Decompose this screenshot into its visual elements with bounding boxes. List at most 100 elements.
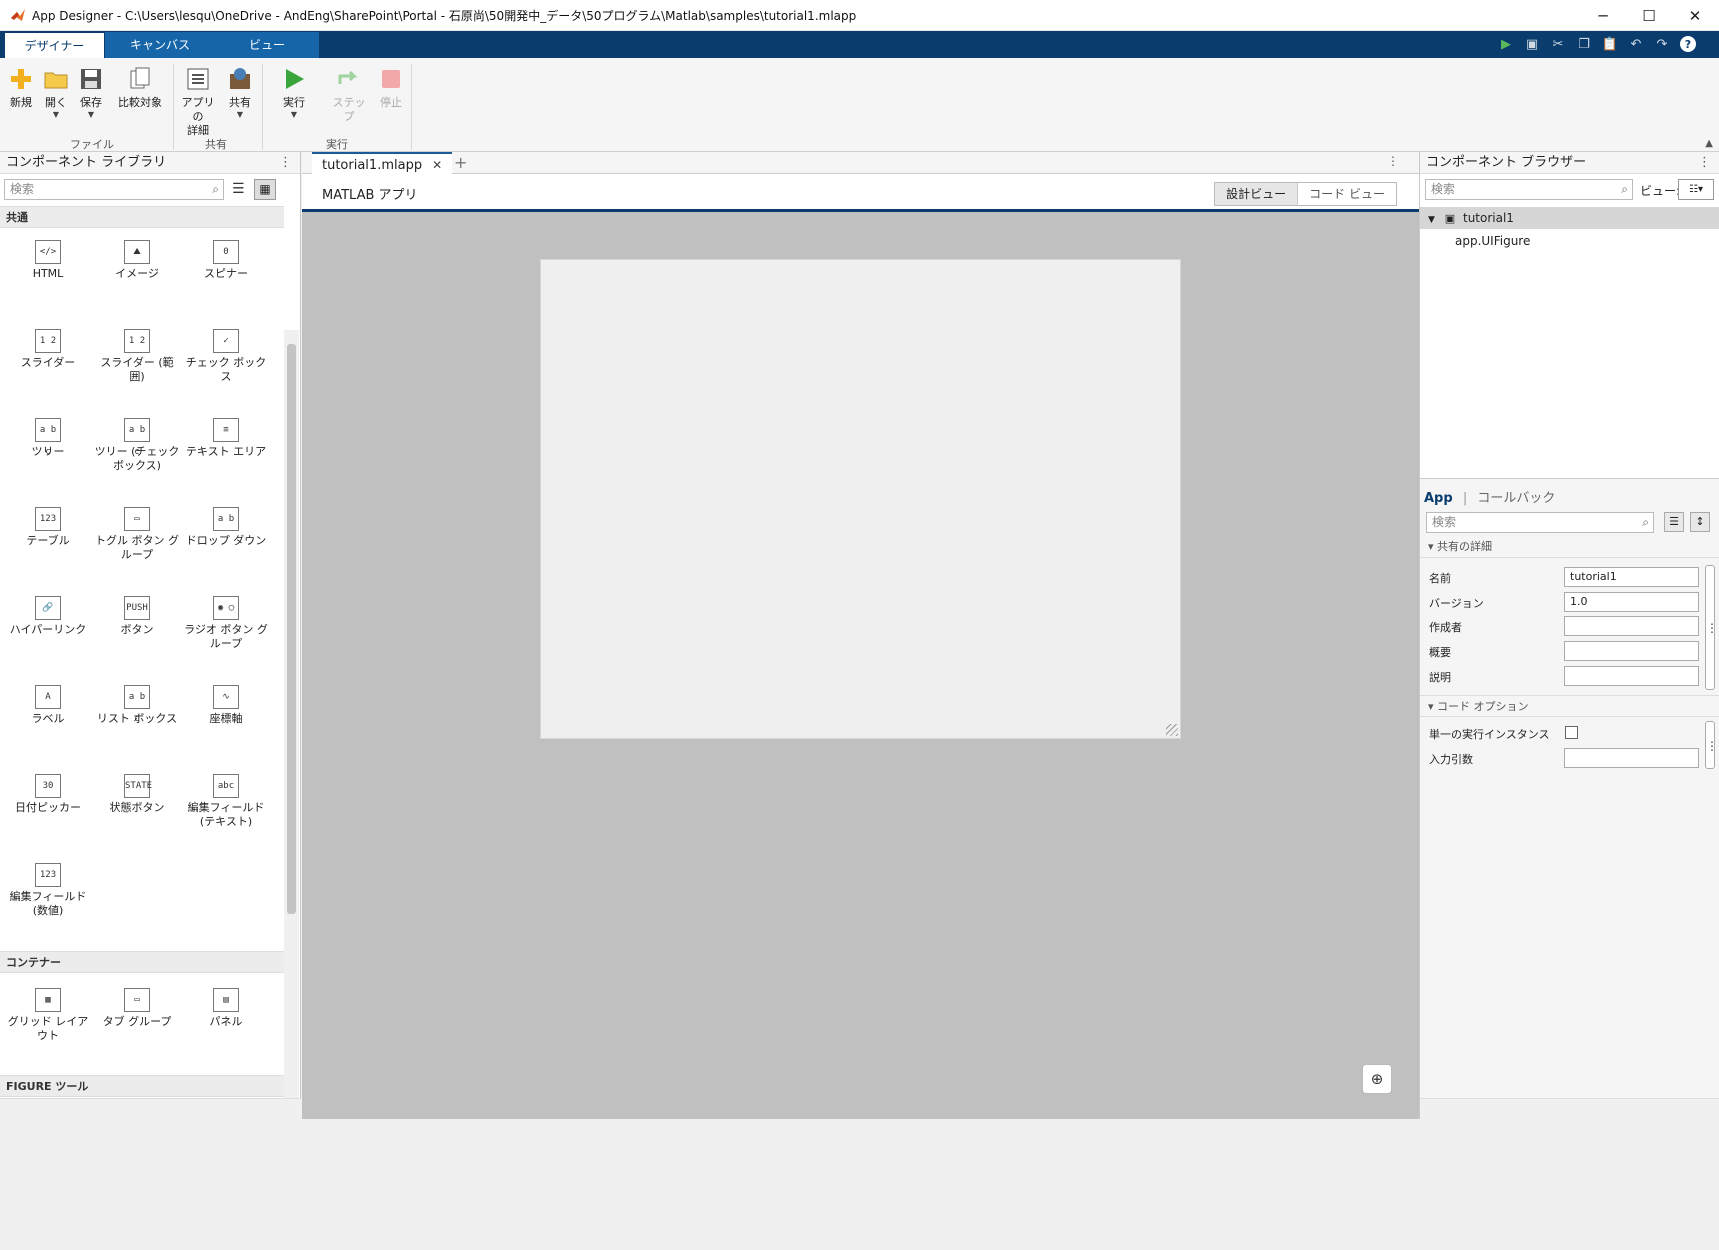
more-options-icon[interactable]: ⋮ bbox=[1705, 721, 1718, 769]
component-item[interactable]: ⛰ イメージ bbox=[94, 240, 180, 281]
tab-view[interactable]: ビュー bbox=[215, 32, 319, 58]
library-search-input[interactable]: 検索 ⌕ bbox=[4, 179, 224, 200]
browser-horizontal-scrollbar[interactable] bbox=[1420, 1098, 1719, 1119]
more-options-icon[interactable]: ⋮ bbox=[1705, 565, 1718, 690]
prop-summary-field[interactable] bbox=[1564, 641, 1699, 661]
group-sort-icon[interactable]: ☰ bbox=[1664, 512, 1684, 532]
tree-node-tutorial1[interactable]: ▼ ▣ tutorial1 bbox=[1420, 207, 1719, 229]
view-dropdown[interactable]: ☷▾ bbox=[1678, 179, 1714, 200]
run-quick-icon[interactable]: ▶ bbox=[1496, 34, 1516, 54]
tab-app[interactable]: App bbox=[1424, 491, 1453, 506]
component-item[interactable]: a b ドロップ ダウン bbox=[183, 507, 269, 548]
library-horizontal-scrollbar[interactable] bbox=[0, 1098, 301, 1119]
redo-quick-icon[interactable]: ↷ bbox=[1652, 34, 1672, 54]
tab-callbacks[interactable]: コールバック bbox=[1477, 491, 1555, 506]
undo-quick-icon[interactable]: ↶ bbox=[1626, 34, 1646, 54]
chevron-down-icon[interactable]: ▼ bbox=[1428, 215, 1435, 225]
container-item[interactable]: ▤ パネル bbox=[183, 988, 269, 1029]
code-view-button[interactable]: コード ビュー bbox=[1298, 183, 1396, 205]
prop-version-field[interactable]: 1.0 bbox=[1564, 592, 1699, 612]
component-icon: 🔗 bbox=[35, 596, 61, 620]
prop-author-field[interactable] bbox=[1564, 616, 1699, 636]
close-button[interactable]: ✕ bbox=[1672, 0, 1718, 31]
compare-button[interactable]: 比較対象 bbox=[113, 66, 167, 110]
save-quick-icon[interactable]: ▣ bbox=[1522, 34, 1542, 54]
close-tab-icon[interactable]: ✕ bbox=[432, 158, 442, 172]
step-button[interactable]: ステップ bbox=[330, 66, 368, 124]
component-item[interactable]: ◉ ◯ ラジオ ボタン グループ bbox=[183, 596, 269, 651]
search-icon: ⌕ bbox=[212, 182, 219, 196]
component-item[interactable]: A ラベル bbox=[5, 685, 91, 726]
help-icon[interactable]: ? bbox=[1680, 36, 1696, 52]
component-item[interactable]: ✓ チェック ボックス bbox=[183, 329, 269, 384]
component-item[interactable]: 1 2 スライダー (範囲) bbox=[94, 329, 180, 384]
component-item[interactable]: 🔗 ハイパーリンク bbox=[5, 596, 91, 637]
property-search-input[interactable]: 検索 ⌕ bbox=[1426, 512, 1654, 533]
container-item[interactable]: ▦ グリッド レイアウト bbox=[5, 988, 91, 1043]
new-button[interactable]: 新規 bbox=[2, 66, 40, 110]
component-item[interactable]: 123 テーブル bbox=[5, 507, 91, 548]
alpha-sort-icon[interactable]: ↕ bbox=[1690, 512, 1710, 532]
browser-search-input[interactable]: 検索 ⌕ bbox=[1425, 179, 1633, 200]
component-item[interactable]: ▭ トグル ボタン グループ bbox=[94, 507, 180, 562]
stop-button[interactable]: 停止 bbox=[372, 66, 410, 110]
component-icon: ≡ bbox=[213, 418, 239, 442]
component-item[interactable]: </> HTML bbox=[5, 240, 91, 281]
grid-view-icon[interactable]: ▦ bbox=[254, 179, 276, 200]
component-item[interactable]: a b c リスト ボックス bbox=[94, 685, 180, 726]
component-item[interactable]: STATE 状態ボタン bbox=[94, 774, 180, 815]
component-item[interactable]: ∿ 座標軸 bbox=[183, 685, 269, 726]
title-bar: App Designer - C:\Users\lesqu\OneDrive -… bbox=[0, 0, 1719, 31]
design-view-button[interactable]: 設計ビュー bbox=[1215, 183, 1299, 205]
library-search-placeholder: 検索 bbox=[10, 182, 35, 196]
collapse-ribbon-icon[interactable]: ▲ bbox=[1705, 138, 1713, 149]
component-item[interactable]: 1 2 スライダー bbox=[5, 329, 91, 370]
component-item[interactable]: ≡ テキスト エリア bbox=[183, 418, 269, 459]
document-tab[interactable]: tutorial1.mlapp ✕ bbox=[312, 152, 453, 175]
scrollbar-thumb[interactable] bbox=[287, 344, 296, 914]
component-item[interactable]: abc 編集フィールド (テキスト) bbox=[183, 774, 269, 829]
paste-quick-icon[interactable]: 📋 bbox=[1600, 34, 1620, 54]
cut-quick-icon[interactable]: ✂ bbox=[1548, 34, 1568, 54]
ui-figure-canvas[interactable] bbox=[540, 259, 1181, 739]
component-item[interactable]: a b c ツリー bbox=[5, 418, 91, 459]
chevron-down-icon: ▼ bbox=[52, 110, 60, 119]
component-icon: ▭ bbox=[124, 507, 150, 531]
input-args-field[interactable] bbox=[1564, 748, 1699, 768]
share-button[interactable]: 共有 ▼ bbox=[221, 66, 259, 120]
kebab-menu-icon[interactable]: ⋮ bbox=[1698, 152, 1711, 174]
kebab-menu-icon[interactable]: ⋮ bbox=[279, 152, 292, 174]
open-label: 開く bbox=[45, 96, 67, 109]
resize-grip-icon[interactable] bbox=[1166, 724, 1178, 736]
component-item[interactable]: 30 日付ピッカー bbox=[5, 774, 91, 815]
zoom-icon[interactable]: ⊕ bbox=[1362, 1064, 1392, 1094]
save-button[interactable]: 保存 ▼ bbox=[72, 66, 110, 120]
run-button[interactable]: 実行 ▼ bbox=[275, 66, 313, 120]
component-label: ハイパーリンク bbox=[9, 623, 87, 636]
component-item[interactable]: a b c ツリー (チェック ボックス) bbox=[94, 418, 180, 473]
single-instance-checkbox[interactable] bbox=[1565, 726, 1578, 739]
list-view-icon[interactable]: ☰ bbox=[232, 181, 245, 197]
container-label: タブ グループ bbox=[102, 1015, 172, 1028]
component-item[interactable]: 123 編集フィールド (数値) bbox=[5, 863, 91, 918]
maximize-button[interactable]: ☐ bbox=[1626, 0, 1672, 31]
tree-node-uifigure[interactable]: app.UIFigure bbox=[1455, 232, 1530, 250]
minimize-button[interactable]: ─ bbox=[1580, 0, 1626, 31]
section-shared-details[interactable]: ▾ 共有の詳細 bbox=[1420, 536, 1719, 558]
component-icon: ∿ bbox=[213, 685, 239, 709]
component-item[interactable]: 0 スピナー bbox=[183, 240, 269, 281]
ribbon-tab-bar: デザイナー キャンバス ビュー ▶ ▣ ✂ ❐ 📋 ↶ ↷ ? bbox=[0, 31, 1719, 58]
copy-quick-icon[interactable]: ❐ bbox=[1574, 34, 1594, 54]
container-icon: ▭ bbox=[124, 988, 150, 1012]
tab-canvas[interactable]: キャンバス bbox=[105, 32, 215, 58]
kebab-menu-icon[interactable]: ⋮ bbox=[1387, 154, 1399, 168]
app-details-button[interactable]: アプリの 詳細 bbox=[178, 66, 218, 138]
tab-designer[interactable]: デザイナー bbox=[4, 32, 105, 58]
section-code-options[interactable]: ▾ コード オプション bbox=[1420, 695, 1719, 717]
container-item[interactable]: ▭ タブ グループ bbox=[94, 988, 180, 1029]
open-button[interactable]: 開く ▼ bbox=[37, 66, 75, 120]
add-tab-icon[interactable]: + bbox=[454, 152, 467, 174]
component-item[interactable]: PUSH ボタン bbox=[94, 596, 180, 637]
prop-description-field[interactable] bbox=[1564, 666, 1699, 686]
prop-name-field[interactable]: tutorial1 bbox=[1564, 567, 1699, 587]
